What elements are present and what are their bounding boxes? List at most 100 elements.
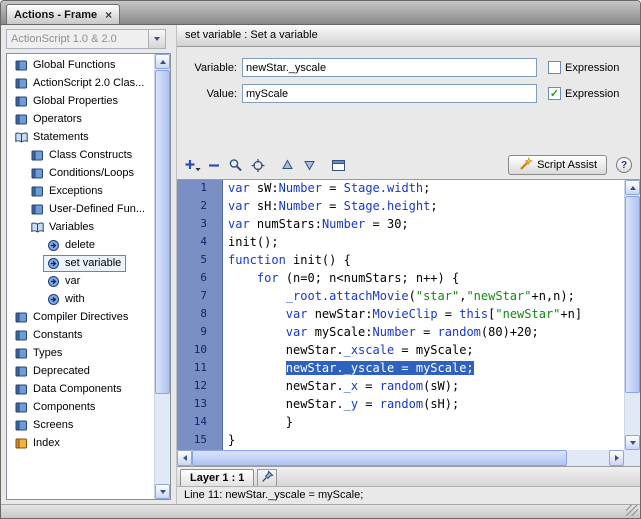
tree-item-label: Data Components [32,383,123,395]
assist-body: Variable: Expression Value: Expression [177,47,640,179]
tree-item-statements[interactable]: Statements [7,128,154,146]
pin-script-button[interactable] [257,469,277,486]
tree-item-label: Statements [32,131,90,143]
tree-item-label: Index [32,437,61,449]
value-expression-checkbox[interactable] [548,87,561,100]
variable-expression-checkbox[interactable] [548,61,561,74]
code-line-3[interactable]: var numStars:Number = 30; [228,217,624,235]
line-number-15: 15 [177,433,207,451]
find-replace-button[interactable] [225,155,247,175]
variable-input[interactable] [242,58,537,77]
show-code-hint-button[interactable] [327,155,349,175]
tree-item-inner: Variables [27,219,99,236]
tree-item-conditions-loops[interactable]: Conditions/Loops [7,164,154,182]
tree-item-class-constructs[interactable]: Class Constructs [7,146,154,164]
editor-horizontal-scrollbar[interactable] [177,450,624,466]
tree-item-constants[interactable]: Constants [7,326,154,344]
code-line-10[interactable]: newStar._xscale = myScale; [228,343,624,361]
tree-item-delete[interactable]: delete [7,236,154,254]
code-line-12[interactable]: newStar._x = random(sW); [228,379,624,397]
tree-item-with[interactable]: with [7,290,154,308]
help-button[interactable]: ? [616,157,632,173]
tree-item-compiler-directives[interactable]: Compiler Directives [7,308,154,326]
tree-item-data-components[interactable]: Data Components [7,380,154,398]
code-line-7[interactable]: _root.attachMovie("star","newStar"+n,n); [228,289,624,307]
editor-vscrollbar-thumb[interactable] [625,196,640,393]
tree-scrollbar-thumb[interactable] [155,70,170,394]
tree-scrollbar[interactable] [154,54,170,499]
line-number-13: 13 [177,397,207,415]
editor-vertical-scrollbar[interactable] [624,180,640,450]
tree-item-label: Global Properties [32,95,119,107]
line-number-6: 6 [177,271,207,289]
insert-target-path-button[interactable] [247,155,269,175]
tree-item-set-variable[interactable]: set variable [7,254,154,272]
tree-item-variables[interactable]: Variables [7,218,154,236]
editor-scroll-right-button[interactable] [609,450,624,466]
tree-item-label: User-Defined Fun... [48,203,146,215]
code-line-9[interactable]: var myScale:Number = random(80)+20; [228,325,624,343]
tree-item-inner: set variable [43,255,126,272]
tree-scroll-down-button[interactable] [155,484,170,499]
close-icon[interactable]: × [105,9,112,21]
line-number-11: 11 [177,361,207,379]
actions-tree: Global Functions ActionScript 2.0 Clas..… [7,54,154,499]
editor-hscrollbar-track[interactable] [192,450,609,466]
delete-script-item-button[interactable] [203,155,225,175]
tree-item-global-properties[interactable]: Global Properties [7,92,154,110]
chevron-down-icon[interactable] [148,30,165,48]
tree-item-index[interactable]: Index [7,434,154,452]
tree-scrollbar-track[interactable] [155,69,170,484]
editor-scroll-left-button[interactable] [177,450,192,466]
code-line-6[interactable]: for (n=0; n<numStars; n++) { [228,271,624,289]
code-line-2[interactable]: var sH:Number = Stage.height; [228,199,624,217]
tree-item-label: Types [32,347,63,359]
actionscript-version-dropdown[interactable]: ActionScript 1.0 & 2.0 [6,29,166,49]
tree-item-types[interactable]: Types [7,344,154,362]
add-script-item-icon [184,158,201,173]
tree-item-inner: ActionScript 2.0 Clas... [11,75,149,92]
code-line-13[interactable]: newStar._y = random(sH); [228,397,624,415]
code-line-8[interactable]: var newStar:MovieClip = this["newStar"+n… [228,307,624,325]
tree-item-user-defined-fun[interactable]: User-Defined Fun... [7,200,154,218]
code-area[interactable]: var sW:Number = Stage.width;var sH:Numbe… [223,180,624,450]
tree-item-screens[interactable]: Screens [7,416,154,434]
code-line-4[interactable]: init(); [228,235,624,253]
tree-item-actionscript-2-0-clas[interactable]: ActionScript 2.0 Clas... [7,74,154,92]
code-line-1[interactable]: var sW:Number = Stage.width; [228,181,624,199]
resize-grip-icon[interactable] [626,505,638,516]
book-icon [13,383,29,396]
code-line-11[interactable]: newStar._yscale = myScale; [228,361,624,379]
book-icon [13,59,29,72]
tree-item-deprecated[interactable]: Deprecated [7,362,154,380]
editor-scroll-up-button[interactable] [625,180,640,195]
tree-item-label: Global Functions [32,59,117,71]
tree-item-var[interactable]: var [7,272,154,290]
code-line-15[interactable]: } [228,433,624,450]
panel-tab-actions-frame[interactable]: Actions - Frame × [6,4,120,24]
editor-scroll-down-button[interactable] [625,435,640,450]
value-input[interactable] [242,84,537,103]
tree-item-exceptions[interactable]: Exceptions [7,182,154,200]
tree-item-components[interactable]: Components [7,398,154,416]
move-up-button[interactable] [276,155,298,175]
line-number-3: 3 [177,217,207,235]
tree-item-inner: Global Properties [11,93,123,110]
tree-item-operators[interactable]: Operators [7,110,154,128]
move-down-icon [303,159,316,171]
value-expression-label: Expression [565,88,619,100]
tree-item-inner: Conditions/Loops [27,165,139,182]
tree-item-global-functions[interactable]: Global Functions [7,56,154,74]
tree-item-label: delete [64,239,96,251]
code-line-14[interactable]: } [228,415,624,433]
editor-hscrollbar-thumb[interactable] [192,450,567,466]
move-down-button[interactable] [298,155,320,175]
add-script-item-button[interactable] [181,155,203,175]
code-line-5[interactable]: function init() { [228,253,624,271]
script-assist-button[interactable]: Script Assist [508,155,607,175]
actions-panel-window: Actions - Frame × ActionScript 1.0 & 2.0 [0,0,641,519]
script-tab-layer1[interactable]: Layer 1 : 1 [180,469,254,486]
editor-vscrollbar-track[interactable] [625,195,640,435]
panel-tab-label: Actions - Frame [14,9,97,21]
tree-scroll-up-button[interactable] [155,54,170,69]
